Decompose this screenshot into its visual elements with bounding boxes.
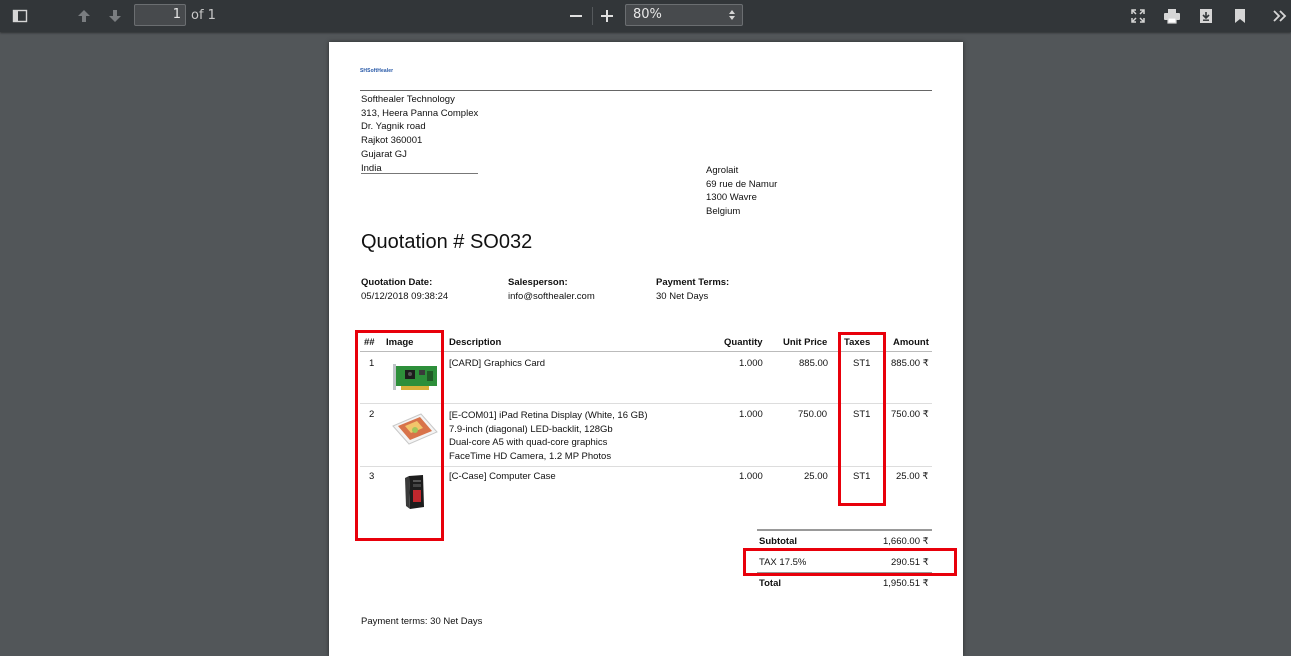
payment-terms-label: Payment Terms:	[656, 277, 730, 288]
sidebar-toggle-icon[interactable]	[8, 4, 32, 28]
company-address-line: 313, Heera Panna Complex	[361, 107, 479, 119]
customer-address-line: Belgium	[706, 206, 741, 218]
subtotal-value: 1,660.00 ₹	[883, 536, 929, 547]
page-number-input[interactable]: 1	[134, 4, 186, 26]
company-address: Softhealer Technology 313, Heera Panna C…	[361, 93, 478, 175]
download-icon[interactable]	[1194, 4, 1218, 28]
row-unit-price: 25.00	[804, 471, 828, 482]
totals-divider	[757, 529, 932, 531]
row-description: [CARD] Graphics Card	[449, 358, 546, 369]
company-address-line: Gujarat GJ	[361, 148, 407, 160]
payment-terms-value: 30 Net Days	[656, 291, 709, 302]
row-amount: 25.00 ₹	[896, 471, 929, 482]
quotation-date-value: 05/12/2018 09:38:24	[361, 291, 449, 302]
row-description: [C-Case] Computer Case	[449, 471, 556, 482]
column-header-quantity: Quantity	[724, 337, 763, 348]
previous-page-icon[interactable]	[72, 4, 96, 28]
total-label: Total	[759, 578, 781, 589]
row-amount: 885.00 ₹	[891, 358, 929, 369]
column-header-amount: Amount	[893, 337, 929, 348]
total-value: 1,950.51 ₹	[883, 578, 929, 589]
company-logo: SHSoftHealer	[360, 68, 394, 74]
row-quantity: 1.000	[739, 358, 763, 369]
row-unit-price: 885.00	[799, 358, 829, 369]
salesperson-label: Salesperson:	[508, 277, 568, 288]
customer-address: Agrolait 69 rue de Namur 1300 Wavre Belg…	[706, 164, 777, 219]
description-line: Dual-core A5 with quad-core graphics	[449, 437, 608, 449]
row-quantity: 1.000	[739, 471, 763, 482]
zoom-in-icon[interactable]	[595, 4, 619, 28]
quotation-title: Quotation # SO032	[361, 231, 533, 253]
pdf-toolbar: 1 of 1 80%	[0, 0, 1291, 32]
description-line: [E-COM01] iPad Retina Display (White, 16…	[449, 410, 648, 421]
header-divider	[360, 90, 932, 91]
image-column-highlight	[355, 330, 444, 541]
bookmark-icon[interactable]	[1228, 4, 1252, 28]
column-header-description: Description	[449, 337, 502, 348]
description-line: FaceTime HD Camera, 1.2 MP Photos	[449, 451, 612, 463]
subtotal-label: Subtotal	[759, 536, 797, 547]
quotation-date-label: Quotation Date:	[361, 277, 433, 288]
footer-payment-terms: Payment terms: 30 Net Days	[361, 616, 483, 627]
tax-row-highlight	[743, 548, 957, 576]
page-count-label: of 1	[191, 8, 216, 23]
presentation-mode-icon[interactable]	[1126, 4, 1150, 28]
zoom-out-icon[interactable]	[564, 4, 588, 28]
company-divider	[361, 173, 478, 174]
company-address-line: Rajkot 360001	[361, 135, 423, 147]
customer-name: Agrolait	[706, 165, 739, 176]
row-amount: 750.00 ₹	[891, 409, 929, 420]
description-line: 7.9-inch (diagonal) LED-backlit, 128Gb	[449, 423, 613, 435]
taxes-column-highlight	[838, 332, 886, 506]
customer-address-line: 1300 Wavre	[706, 192, 757, 204]
row-unit-price: 750.00	[798, 409, 828, 420]
next-page-icon[interactable]	[103, 4, 127, 28]
company-address-line: Dr. Yagnik road	[361, 121, 426, 133]
customer-address-line: 69 rue de Namur	[706, 178, 778, 190]
print-icon[interactable]	[1160, 4, 1184, 28]
row-description: [E-COM01] iPad Retina Display (White, 16…	[449, 409, 648, 464]
tools-menu-icon[interactable]	[1268, 4, 1291, 28]
zoom-select[interactable]: 80%	[625, 4, 743, 26]
company-name: Softhealer Technology	[361, 94, 455, 105]
select-arrows-icon	[729, 10, 735, 20]
zoom-value: 80%	[633, 7, 662, 22]
column-header-unit-price: Unit Price	[783, 337, 828, 348]
salesperson-value: info@softhealer.com	[508, 291, 595, 302]
toolbar-separator	[592, 7, 593, 25]
row-quantity: 1.000	[739, 409, 763, 420]
